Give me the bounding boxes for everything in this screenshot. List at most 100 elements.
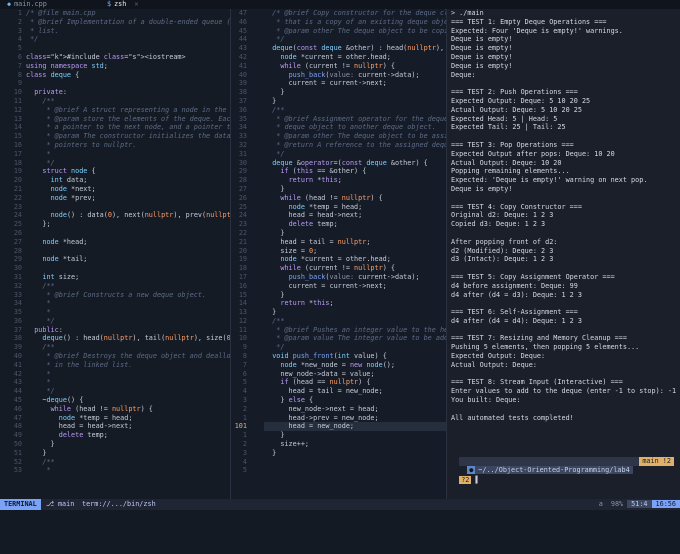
close-icon[interactable]: ✕ [134, 0, 138, 8]
code-line[interactable]: * @return A reference to the assigned de… [264, 141, 446, 150]
code-line[interactable]: node *new_node = new node(); [264, 361, 446, 370]
code-line[interactable]: * a pointer to the next node, and a poin… [26, 123, 230, 132]
code-line[interactable]: /* @brief Copy constructor for the deque… [264, 9, 446, 18]
code-line[interactable]: ~deque() { [26, 396, 230, 405]
code-line[interactable]: node *next; [26, 185, 230, 194]
code-line[interactable]: */ [26, 159, 230, 168]
code-line[interactable]: size++; [264, 440, 446, 449]
code-line[interactable]: /** [26, 343, 230, 352]
code-line[interactable] [26, 247, 230, 256]
code-line[interactable] [26, 203, 230, 212]
code-line[interactable]: node *head; [26, 238, 230, 247]
code-line[interactable]: * @brief Pushes an integer value to the … [264, 326, 446, 335]
code-line[interactable]: /* @file main.cpp [26, 9, 230, 18]
code-line[interactable]: while (head != nullptr) { [264, 194, 446, 203]
code-line[interactable]: */ [26, 387, 230, 396]
code-line[interactable]: } else { [264, 396, 446, 405]
code-line[interactable]: delete temp; [264, 220, 446, 229]
code-line[interactable]: /** [264, 317, 446, 326]
code-line[interactable]: * that is a copy of an existing deque ob… [264, 18, 446, 27]
code-line[interactable]: head = tail = nullptr; [264, 238, 446, 247]
code-line[interactable]: /** [26, 282, 230, 291]
code-line[interactable]: node *temp = head; [264, 203, 446, 212]
code-line[interactable]: /** [26, 97, 230, 106]
tab-main-cpp[interactable]: ◆ main.cpp [2, 0, 52, 9]
code-line[interactable]: while (head != nullptr) { [26, 405, 230, 414]
code-line[interactable]: } [264, 291, 446, 300]
code-line[interactable]: deque(const deque &other) : head(nullptr… [264, 44, 446, 53]
terminal-output[interactable]: > ./main === TEST 1: Empty Deque Operatio… [451, 9, 676, 422]
code-line[interactable]: private: [26, 88, 230, 97]
code-line[interactable]: head = tail = new_node; [264, 387, 446, 396]
code-line[interactable]: node *tail; [26, 255, 230, 264]
code-view[interactable]: /* @brief Copy constructor for the deque… [264, 9, 446, 458]
code-line[interactable]: }; [26, 220, 230, 229]
code-line[interactable]: struct node { [26, 167, 230, 176]
code-line[interactable]: } [264, 308, 446, 317]
code-line[interactable]: node *current = other.head; [264, 53, 446, 62]
prompt-second-line[interactable]: ?2 ▌ [451, 467, 480, 485]
code-line[interactable]: push_back(value: current->data); [264, 273, 446, 282]
code-line[interactable]: using namespace std; [26, 62, 230, 71]
code-line[interactable]: * [26, 150, 230, 159]
code-line[interactable] [26, 79, 230, 88]
code-line[interactable]: public: [26, 326, 230, 335]
code-line[interactable]: } [264, 185, 446, 194]
code-line[interactable]: * @brief A struct representing a node in… [26, 106, 230, 115]
code-line[interactable]: * in the linked list. [26, 361, 230, 370]
code-line[interactable]: head = new_node; [264, 422, 446, 432]
code-line[interactable]: /** [264, 106, 446, 115]
code-line[interactable]: new_node->next = head; [264, 405, 446, 414]
code-line[interactable] [26, 264, 230, 273]
code-line[interactable]: * deque object to another deque object. [264, 123, 446, 132]
code-line[interactable] [26, 229, 230, 238]
editor-pane-left[interactable]: 1 2 3 4 5 6 7 8 9 10 11 12 13 14 15 16 17 18 19 20 21 22 23 24 2… [0, 9, 230, 499]
code-line[interactable]: * [26, 378, 230, 387]
code-line[interactable] [26, 44, 230, 53]
code-line[interactable]: head = head->next; [264, 211, 446, 220]
code-line[interactable]: */ [264, 35, 446, 44]
code-view[interactable]: /* @file main.cpp * @brief Implementatio… [26, 9, 230, 475]
code-line[interactable]: return *this; [264, 299, 446, 308]
code-line[interactable]: delete temp; [26, 431, 230, 440]
code-line[interactable]: */ [26, 35, 230, 44]
code-line[interactable]: * pointers to nullptr. [26, 141, 230, 150]
code-line[interactable]: node() : data(0), next(nullptr), prev(nu… [26, 211, 230, 220]
code-line[interactable]: * @brief Implementation of a double-ende… [26, 18, 230, 27]
code-line[interactable]: void push_front(int value) { [264, 352, 446, 361]
code-line[interactable]: deque() : head(nullptr), tail(nullptr), … [26, 334, 230, 343]
code-line[interactable]: * [26, 299, 230, 308]
code-line[interactable]: */ [26, 317, 230, 326]
code-line[interactable]: int size; [26, 273, 230, 282]
code-line[interactable]: * [26, 308, 230, 317]
code-line[interactable]: class="k">#include class="s"><iostream> [26, 53, 230, 62]
code-line[interactable]: push_back(value: current->data); [264, 71, 446, 80]
code-line[interactable]: size = 0; [264, 247, 446, 256]
code-line[interactable]: * @param store the elements of the deque… [26, 115, 230, 124]
code-line[interactable]: } [264, 88, 446, 97]
code-line[interactable]: } [26, 449, 230, 458]
code-line[interactable]: * list. [26, 27, 230, 36]
code-line[interactable]: while (current != nullptr) { [264, 264, 446, 273]
code-line[interactable]: } [264, 449, 446, 458]
code-line[interactable]: if (this == &other) { [264, 167, 446, 176]
code-line[interactable]: * @param other The deque object to be as… [264, 132, 446, 141]
code-line[interactable]: * [26, 466, 230, 475]
code-line[interactable]: } [264, 431, 446, 440]
code-line[interactable]: /** [26, 458, 230, 467]
code-line[interactable]: class deque { [26, 71, 230, 80]
code-line[interactable]: int data; [26, 176, 230, 185]
code-line[interactable]: */ [264, 343, 446, 352]
code-line[interactable]: * @param value The integer value to be a… [264, 334, 446, 343]
code-line[interactable]: } [26, 440, 230, 449]
terminal-pane[interactable]: > ./main === TEST 1: Empty Deque Operatio… [447, 9, 680, 499]
code-line[interactable]: deque &operator=(const deque &other) { [264, 159, 446, 168]
code-line[interactable]: * [26, 370, 230, 379]
code-line[interactable]: current = current->next; [264, 282, 446, 291]
editor-pane-middle[interactable]: 47 46 45 44 43 42 41 40 39 38 37 36 35 34 33 32 31 30 29 28… [231, 9, 446, 499]
code-line[interactable]: return *this; [264, 176, 446, 185]
code-line[interactable]: current = current->next; [264, 79, 446, 88]
code-line[interactable]: } [264, 229, 446, 238]
tab-zsh[interactable]: $ zsh ✕ [102, 0, 143, 9]
code-line[interactable]: node *temp = head; [26, 414, 230, 423]
